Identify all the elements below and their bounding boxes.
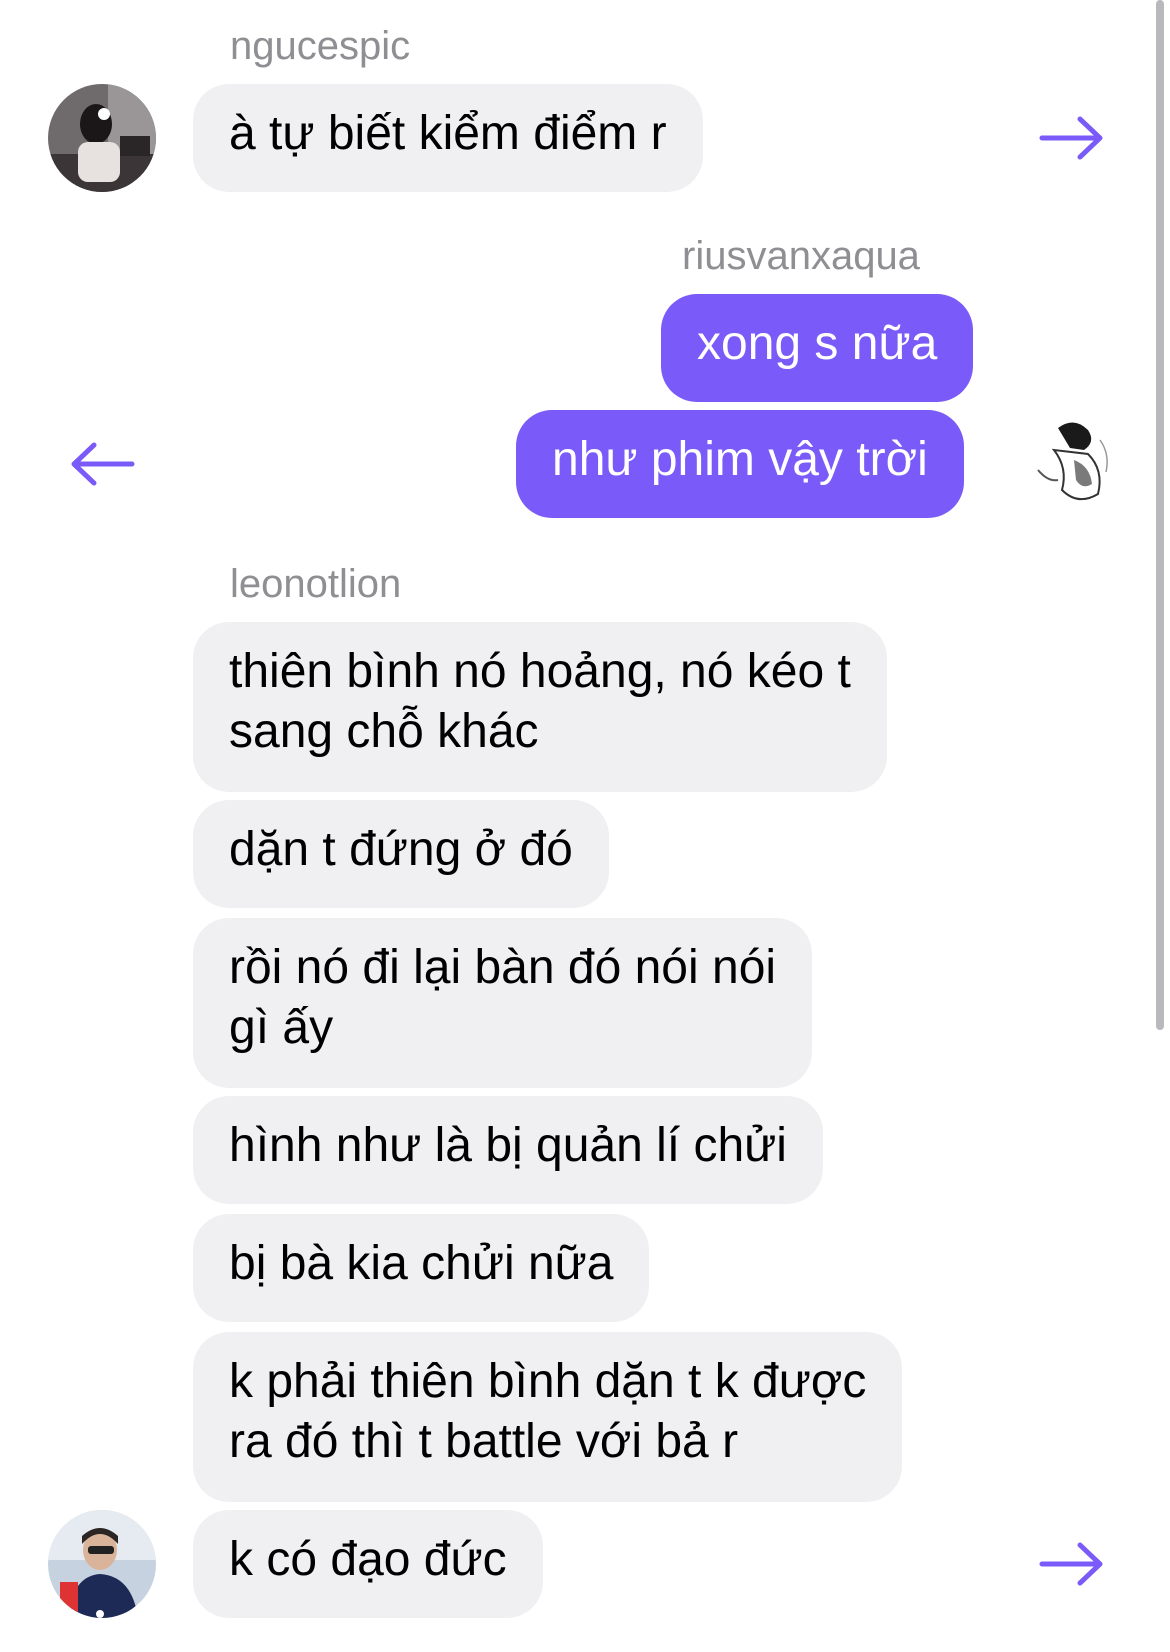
- forward-arrow-icon[interactable]: [1038, 1540, 1106, 1588]
- message-bubble[interactable]: bị bà kia chửi nữa: [193, 1214, 650, 1322]
- avatar-leonotlion[interactable]: [48, 1510, 156, 1618]
- message-bubble[interactable]: k có đạo đức: [193, 1510, 543, 1618]
- message-bubble[interactable]: như phim vậy trời: [516, 410, 964, 518]
- message-bubble[interactable]: thiên bình nó hoảng, nó kéo t sang chỗ k…: [193, 622, 887, 792]
- sender-name: riusvanxaqua: [682, 234, 920, 278]
- message-bubble[interactable]: k phải thiên bình dặn t k được ra đó thì…: [193, 1332, 903, 1502]
- back-arrow-icon[interactable]: [68, 440, 136, 488]
- forward-arrow-icon[interactable]: [1038, 114, 1106, 162]
- message-bubble[interactable]: dặn t đứng ở đó: [193, 800, 609, 908]
- scrollbar[interactable]: [1156, 0, 1164, 1030]
- message-bubble[interactable]: rồi nó đi lại bàn đó nói nói gì ấy: [193, 918, 813, 1088]
- avatar-riusvanxaqua[interactable]: [1018, 410, 1126, 518]
- message-bubble[interactable]: à tự biết kiểm điểm r: [193, 84, 703, 192]
- message-bubble[interactable]: hình như là bị quản lí chửi: [193, 1096, 823, 1204]
- chat-screen: ngucespic à tự biết kiểm điểm r riusvanx…: [0, 0, 1170, 1652]
- sender-name: ngucespic: [230, 24, 411, 68]
- avatar-ngucespic[interactable]: [48, 84, 156, 192]
- sender-name: leonotlion: [230, 562, 402, 606]
- message-bubble[interactable]: xong s nữa: [661, 294, 974, 402]
